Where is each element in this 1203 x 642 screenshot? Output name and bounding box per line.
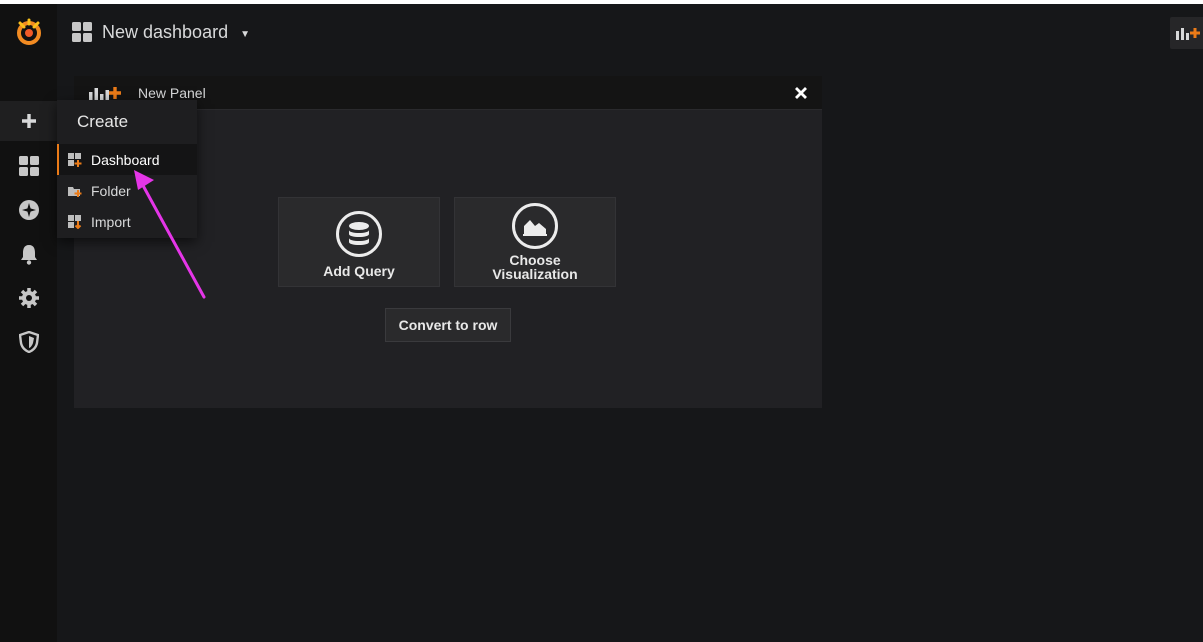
database-icon — [336, 211, 382, 257]
menu-item-dashboard[interactable]: Dashboard — [57, 144, 197, 175]
menu-item-label: Dashboard — [91, 151, 160, 168]
dashboard-title: New dashboard — [102, 21, 229, 42]
folder-plus-icon — [68, 184, 82, 198]
panel-title: New Panel — [138, 84, 206, 101]
sidebar — [0, 4, 57, 642]
dashboards-grid-icon[interactable] — [0, 146, 57, 186]
menu-item-label: Import — [91, 213, 131, 230]
caret-down-icon: ▼ — [240, 28, 250, 40]
create-menu: Create Dashboard Folder Import — [57, 100, 197, 238]
convert-to-row-button[interactable]: Convert to row — [385, 308, 511, 342]
menu-item-label: Folder — [91, 182, 131, 199]
add-panel-icon — [1176, 28, 1200, 40]
choose-viz-label-line2: Visualization — [492, 266, 578, 282]
create-menu-header: Create — [57, 100, 197, 144]
menu-item-import[interactable]: Import — [57, 206, 197, 237]
add-panel-icon — [89, 86, 121, 101]
dashboard-plus-icon — [68, 152, 82, 167]
choose-viz-label-line1: Choose — [509, 252, 561, 268]
choose-visualization-button[interactable]: Choose Visualization — [454, 197, 616, 287]
close-icon[interactable] — [792, 84, 810, 102]
plus-icon[interactable] — [0, 101, 57, 141]
shield-icon[interactable] — [0, 322, 57, 362]
grafana-logo-icon[interactable] — [0, 14, 57, 50]
dashboard-grid-icon — [72, 22, 92, 42]
area-chart-icon — [512, 203, 558, 249]
add-panel-button[interactable] — [1170, 17, 1203, 49]
gear-icon[interactable] — [0, 278, 57, 318]
import-icon — [68, 214, 82, 229]
add-query-label: Add Query — [323, 263, 395, 279]
menu-item-folder[interactable]: Folder — [57, 175, 197, 206]
bell-icon[interactable] — [0, 234, 57, 274]
add-query-button[interactable]: Add Query — [278, 197, 440, 287]
dashboard-picker[interactable]: New dashboard ▼ — [72, 19, 250, 45]
top-navbar: New dashboard ▼ — [57, 4, 1203, 60]
explore-compass-icon[interactable] — [0, 190, 57, 230]
